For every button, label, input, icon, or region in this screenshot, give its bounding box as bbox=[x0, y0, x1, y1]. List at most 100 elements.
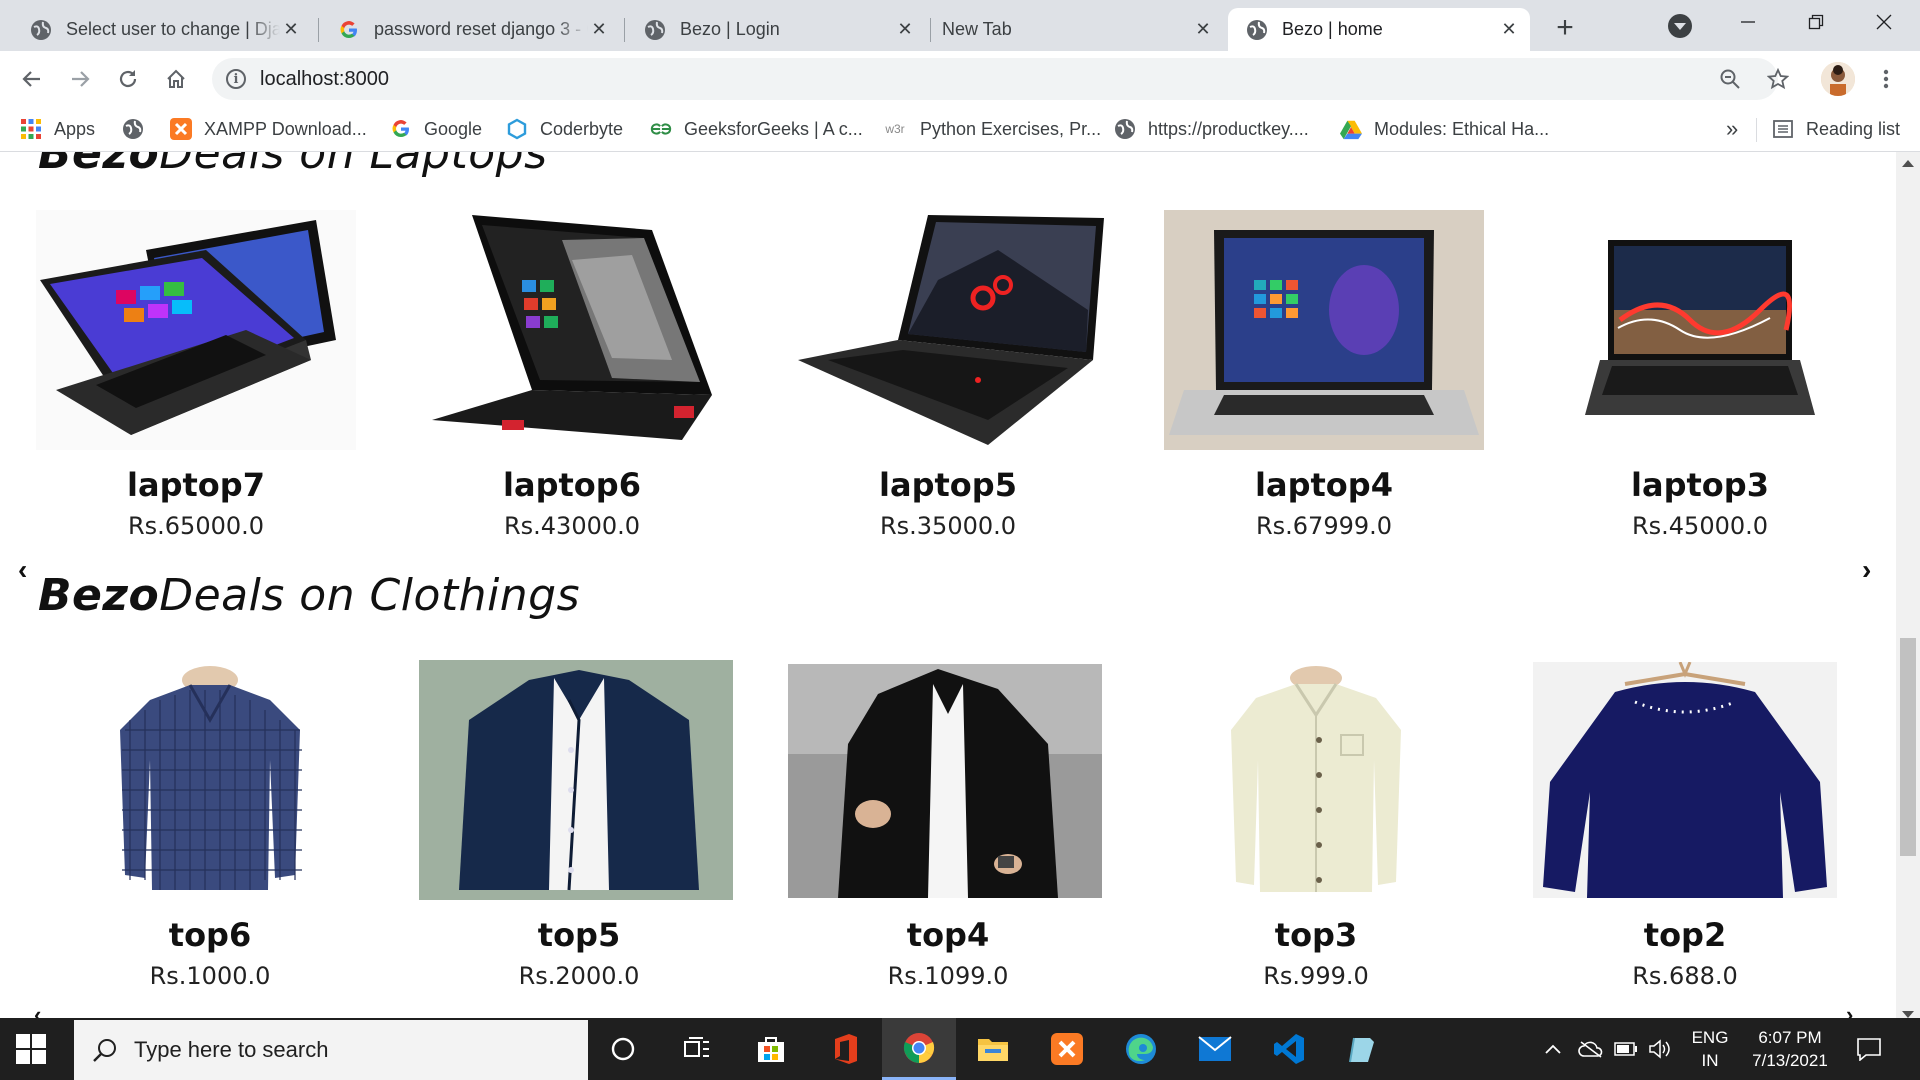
product-name[interactable]: top3 bbox=[1156, 916, 1476, 954]
office-app[interactable] bbox=[808, 1018, 882, 1080]
tab-new-tab[interactable]: New Tab ✕ bbox=[924, 8, 1224, 51]
menu-button[interactable] bbox=[1868, 61, 1904, 97]
bookmark-google[interactable]: Google bbox=[390, 115, 482, 143]
onedrive-button[interactable] bbox=[1578, 1018, 1604, 1080]
bookmark-globe[interactable] bbox=[122, 115, 156, 143]
bookmark-label: Coderbyte bbox=[540, 118, 624, 139]
new-tab-button[interactable]: + bbox=[1548, 12, 1582, 46]
shirt-image[interactable] bbox=[1156, 660, 1476, 900]
search-icon bbox=[93, 1039, 116, 1062]
bookmark-productkey[interactable]: https://productkey.... bbox=[1114, 115, 1309, 143]
reading-list-button[interactable]: Reading list bbox=[1772, 115, 1900, 143]
product-name[interactable]: top5 bbox=[419, 916, 739, 954]
bookmark-geeksforgeeks[interactable]: GeeksforGeeks | A c... bbox=[650, 115, 863, 143]
scroll-down-icon[interactable] bbox=[1902, 1011, 1914, 1018]
bookmark-divider bbox=[1756, 118, 1757, 142]
product-name[interactable]: top2 bbox=[1525, 916, 1845, 954]
file-explorer-app[interactable] bbox=[956, 1018, 1030, 1080]
laptop-image[interactable] bbox=[1540, 210, 1860, 450]
zoom-button[interactable] bbox=[1712, 61, 1748, 97]
store-app[interactable] bbox=[734, 1018, 808, 1080]
notepad-icon bbox=[1349, 1037, 1374, 1063]
info-icon[interactable]: i bbox=[226, 69, 246, 89]
xampp-app[interactable] bbox=[1030, 1018, 1104, 1080]
chrome-app[interactable] bbox=[882, 1018, 956, 1080]
profile-avatar[interactable] bbox=[1821, 62, 1855, 96]
taskbar-search[interactable]: Type here to search bbox=[74, 1020, 588, 1080]
carousel-next-button[interactable]: › bbox=[1846, 1002, 1853, 1018]
arrow-left-icon bbox=[22, 71, 40, 87]
laptop-image[interactable] bbox=[788, 210, 1108, 450]
language-indicator[interactable]: ENG IN bbox=[1686, 1026, 1734, 1072]
carousel-prev-button[interactable]: ‹ bbox=[34, 1002, 41, 1018]
edge-app[interactable] bbox=[1104, 1018, 1178, 1080]
mail-app[interactable] bbox=[1178, 1018, 1252, 1080]
product-name[interactable]: top6 bbox=[50, 916, 370, 954]
volume-button[interactable] bbox=[1648, 1018, 1672, 1080]
bookmark-coderbyte[interactable]: Coderbyte bbox=[506, 115, 623, 143]
system-clock[interactable]: 6:07 PM 7/13/2021 bbox=[1740, 1026, 1840, 1072]
product-name[interactable]: laptop6 bbox=[412, 466, 732, 504]
arrow-right-icon bbox=[72, 71, 90, 87]
notepad-app[interactable] bbox=[1326, 1018, 1400, 1080]
laptop-image[interactable] bbox=[1164, 210, 1484, 450]
tab-bezo-login[interactable]: Bezo | Login ✕ bbox=[626, 8, 926, 51]
edge-icon bbox=[1126, 1034, 1156, 1064]
address-bar[interactable]: i localhost:8000 bbox=[212, 58, 1778, 100]
bookmark-w3resource[interactable]: w3r Python Exercises, Pr... bbox=[882, 115, 1101, 143]
start-button[interactable] bbox=[16, 1034, 46, 1064]
tab-bezo-home[interactable]: Bezo | home ✕ bbox=[1228, 8, 1530, 51]
close-icon[interactable]: ✕ bbox=[588, 19, 610, 41]
restore-button[interactable] bbox=[1782, 0, 1850, 44]
clothing-section-title: BezoDeals on Clothings bbox=[38, 570, 580, 621]
laptop-image[interactable] bbox=[412, 210, 732, 450]
back-button[interactable] bbox=[14, 61, 50, 97]
close-icon[interactable]: ✕ bbox=[1498, 19, 1520, 41]
carousel-next-button[interactable]: › bbox=[1862, 554, 1871, 586]
minimize-button[interactable] bbox=[1714, 0, 1782, 44]
xampp-icon bbox=[1051, 1033, 1083, 1065]
battery-button[interactable] bbox=[1614, 1018, 1638, 1080]
task-view-icon bbox=[684, 1037, 709, 1057]
product-name[interactable]: laptop3 bbox=[1540, 466, 1860, 504]
bookmarks-overflow-button[interactable]: » bbox=[1726, 115, 1738, 143]
close-window-button[interactable] bbox=[1850, 0, 1918, 44]
cortana-button[interactable] bbox=[586, 1018, 660, 1080]
tab-search-icon[interactable] bbox=[1668, 14, 1692, 38]
notifications-button[interactable] bbox=[1856, 1018, 1882, 1080]
home-button[interactable] bbox=[158, 61, 194, 97]
bookmark-modules[interactable]: Modules: Ethical Ha... bbox=[1340, 115, 1549, 143]
task-view-button[interactable] bbox=[660, 1018, 734, 1080]
vscode-app[interactable] bbox=[1252, 1018, 1326, 1080]
product-name[interactable]: laptop7 bbox=[36, 466, 356, 504]
scroll-up-icon[interactable] bbox=[1902, 160, 1914, 167]
forward-button[interactable] bbox=[62, 61, 98, 97]
page-scrollbar[interactable] bbox=[1896, 152, 1920, 1018]
blouse-image[interactable] bbox=[1525, 662, 1845, 898]
tab-divider bbox=[318, 18, 319, 42]
show-hidden-icons-button[interactable] bbox=[1544, 1018, 1562, 1080]
product-name[interactable]: laptop4 bbox=[1164, 466, 1484, 504]
close-icon[interactable]: ✕ bbox=[1192, 19, 1214, 41]
scrollbar-thumb[interactable] bbox=[1900, 638, 1916, 856]
product-name[interactable]: top4 bbox=[788, 916, 1108, 954]
globe-icon bbox=[644, 19, 666, 41]
jacket-image[interactable] bbox=[788, 664, 1108, 898]
shirt-image[interactable] bbox=[419, 660, 739, 900]
tab-django-admin[interactable]: Select user to change | Django site admi… bbox=[12, 8, 312, 51]
laptop-image[interactable] bbox=[36, 210, 356, 450]
bookmark-apps[interactable]: Apps bbox=[20, 115, 95, 143]
reload-button[interactable] bbox=[110, 61, 146, 97]
bookmark-xampp[interactable]: XAMPP Download... bbox=[170, 115, 367, 143]
close-icon[interactable]: ✕ bbox=[280, 19, 302, 41]
more-vertical-icon bbox=[1883, 69, 1889, 89]
close-icon[interactable]: ✕ bbox=[894, 19, 916, 41]
product-name[interactable]: laptop5 bbox=[788, 466, 1108, 504]
bookmark-star-button[interactable] bbox=[1760, 61, 1796, 97]
avatar-icon bbox=[1821, 62, 1855, 96]
carousel-prev-button[interactable]: ‹ bbox=[18, 554, 27, 586]
gfg-icon bbox=[650, 118, 672, 140]
tab-google-search[interactable]: password reset django 3 - Google Search … bbox=[320, 8, 620, 51]
home-icon bbox=[167, 69, 185, 88]
shirt-image[interactable] bbox=[50, 660, 370, 900]
